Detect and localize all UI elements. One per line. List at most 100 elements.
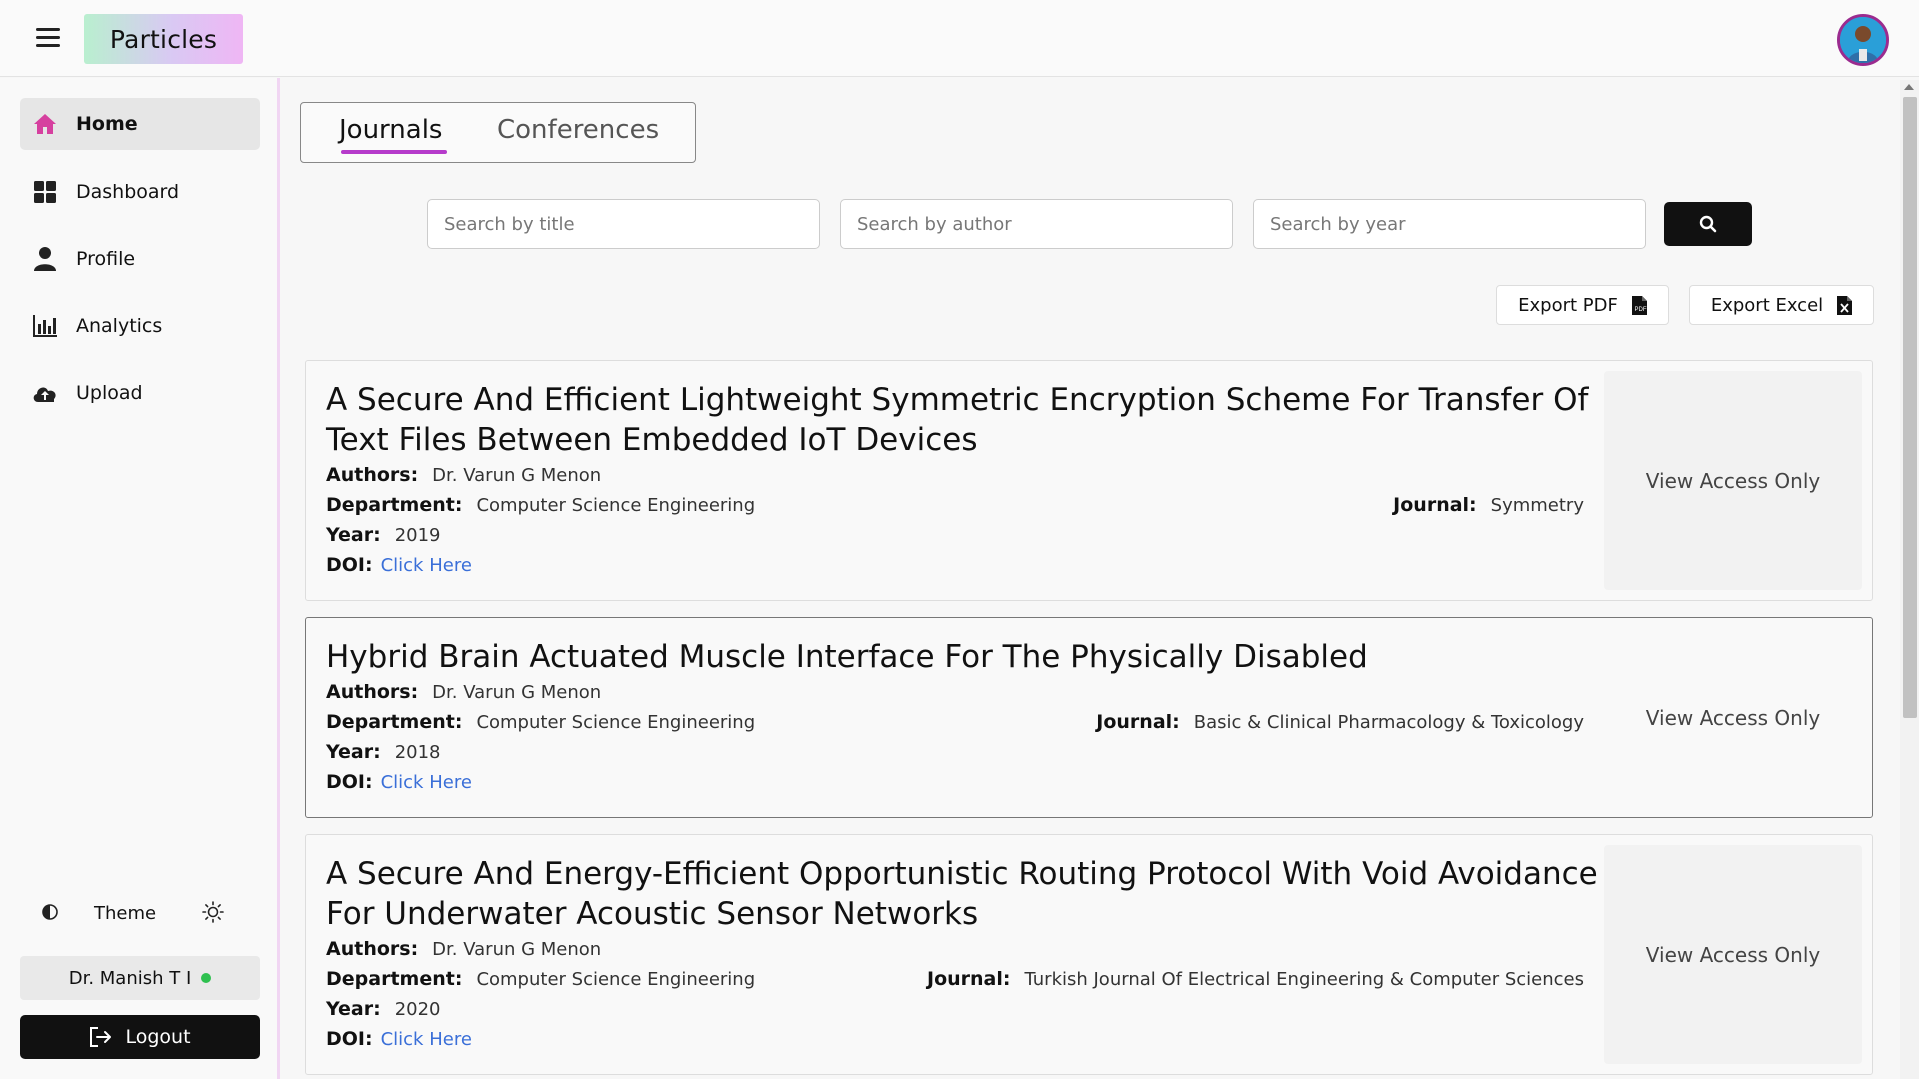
sidebar-item-label: Upload	[76, 382, 143, 404]
top-bar: Particles	[0, 0, 1919, 77]
paper-year: Year: 2020	[326, 998, 441, 1020]
sidebar-item-profile[interactable]: Profile	[20, 233, 260, 285]
paper-journal: Journal: Symmetry	[1393, 494, 1584, 516]
theme-label: Theme	[94, 903, 157, 924]
search-icon	[1699, 215, 1717, 233]
access-status-panel: View Access Only	[1604, 371, 1862, 590]
paper-journal: Journal: Basic & Clinical Pharmacology & …	[1096, 711, 1584, 733]
user-avatar[interactable]	[1837, 14, 1889, 66]
pdf-file-icon: PDF	[1631, 295, 1647, 315]
paper-doi: DOI: Click Here	[326, 1028, 472, 1050]
paper-doi: DOI: Click Here	[326, 771, 472, 793]
publication-type-tabs: Journals Conferences	[300, 102, 696, 163]
department-value: Computer Science Engineering	[476, 495, 756, 516]
doi-link[interactable]: Click Here	[381, 555, 472, 576]
journal-label: Journal:	[1393, 494, 1477, 516]
online-status-dot	[201, 973, 212, 983]
person-icon	[32, 246, 58, 272]
paper-title: A Secure And Energy-Efficient Opportunis…	[326, 856, 1598, 932]
department-label: Department:	[326, 968, 463, 990]
authors-label: Authors:	[326, 464, 419, 486]
active-tab-indicator	[341, 150, 447, 154]
search-button[interactable]	[1664, 202, 1752, 246]
access-status-panel: View Access Only	[1604, 628, 1862, 807]
tab-conferences[interactable]: Conferences	[497, 115, 659, 145]
paper-authors: Authors: Dr. Varun G Menon	[326, 464, 601, 486]
logout-label: Logout	[125, 1026, 191, 1048]
authors-value: Dr. Varun G Menon	[432, 682, 602, 703]
paper-year: Year: 2019	[326, 524, 441, 546]
search-title-input[interactable]	[427, 199, 820, 249]
journal-value: Symmetry	[1490, 495, 1584, 516]
authors-label: Authors:	[326, 938, 419, 960]
svg-text:PDF: PDF	[1634, 307, 1646, 313]
export-pdf-button[interactable]: Export PDF PDF	[1496, 285, 1669, 325]
authors-value: Dr. Varun G Menon	[432, 939, 602, 960]
logout-icon	[90, 1027, 112, 1047]
search-author-input[interactable]	[840, 199, 1233, 249]
paper-title: Hybrid Brain Actuated Muscle Interface F…	[326, 639, 1368, 675]
sidebar-item-analytics[interactable]: Analytics	[20, 300, 260, 352]
cloud-upload-icon	[32, 380, 58, 406]
user-name: Dr. Manish T I	[68, 967, 192, 989]
sidebar-item-home[interactable]: Home	[20, 98, 260, 150]
tab-journals[interactable]: Journals	[339, 115, 442, 145]
journal-value: Turkish Journal Of Electrical Engineerin…	[1024, 969, 1585, 990]
department-value: Computer Science Engineering	[476, 712, 756, 733]
sun-icon[interactable]	[202, 901, 224, 927]
access-status-panel: View Access Only	[1604, 845, 1862, 1064]
journal-label: Journal:	[927, 968, 1011, 990]
avatar-image	[1840, 17, 1886, 63]
theme-toggle-row: Theme	[20, 894, 260, 934]
scroll-up-arrow-icon[interactable]	[1904, 84, 1914, 90]
doi-link[interactable]: Click Here	[381, 1029, 472, 1050]
doi-label: DOI:	[326, 771, 373, 793]
excel-file-icon	[1837, 295, 1853, 315]
paper-title: A Secure And Efficient Lightweight Symme…	[326, 382, 1589, 458]
year-value: 2018	[394, 742, 441, 763]
logout-button[interactable]: Logout	[20, 1015, 260, 1059]
paper-card[interactable]: A Secure And Energy-Efficient Opportunis…	[305, 834, 1873, 1075]
journal-value: Basic & Clinical Pharmacology & Toxicolo…	[1193, 712, 1584, 733]
access-status-text: View Access Only	[1645, 942, 1821, 967]
year-label: Year:	[326, 741, 381, 763]
paper-department: Department: Computer Science Engineering	[326, 494, 755, 516]
doi-link[interactable]: Click Here	[381, 772, 472, 793]
access-status-text: View Access Only	[1645, 705, 1821, 730]
scrollbar-thumb[interactable]	[1903, 97, 1917, 718]
paper-authors: Authors: Dr. Varun G Menon	[326, 681, 601, 703]
contrast-icon	[42, 904, 58, 924]
paper-card[interactable]: Hybrid Brain Actuated Muscle Interface F…	[305, 617, 1873, 818]
paper-department: Department: Computer Science Engineering	[326, 711, 755, 733]
hamburger-icon[interactable]	[36, 28, 62, 50]
access-status-text: View Access Only	[1645, 468, 1821, 493]
sidebar-item-label: Profile	[76, 248, 136, 270]
search-year-input[interactable]	[1253, 199, 1646, 249]
year-value: 2019	[394, 525, 441, 546]
paper-authors: Authors: Dr. Varun G Menon	[326, 938, 601, 960]
sidebar-item-label: Dashboard	[76, 181, 180, 203]
year-value: 2020	[394, 999, 441, 1020]
paper-doi: DOI: Click Here	[326, 554, 472, 576]
export-excel-button[interactable]: Export Excel	[1689, 285, 1874, 325]
paper-year: Year: 2018	[326, 741, 441, 763]
sidebar: Home Dashboard Profile Analytics Upload …	[0, 78, 280, 1079]
bar-chart-icon	[32, 313, 58, 339]
sidebar-item-dashboard[interactable]: Dashboard	[20, 166, 260, 218]
current-user-badge: Dr. Manish T I	[20, 956, 260, 1000]
department-value: Computer Science Engineering	[476, 969, 756, 990]
dashboard-icon	[32, 179, 58, 205]
doi-label: DOI:	[326, 554, 373, 576]
department-label: Department:	[326, 711, 463, 733]
year-label: Year:	[326, 998, 381, 1020]
home-icon	[32, 111, 58, 137]
app-logo[interactable]: Particles	[84, 14, 243, 64]
authors-value: Dr. Varun G Menon	[432, 465, 602, 486]
sidebar-item-label: Home	[76, 113, 138, 135]
paper-card[interactable]: A Secure And Efficient Lightweight Symme…	[305, 360, 1873, 601]
export-pdf-label: Export PDF	[1518, 294, 1618, 316]
paper-journal: Journal: Turkish Journal Of Electrical En…	[927, 968, 1584, 990]
sidebar-item-upload[interactable]: Upload	[20, 367, 260, 419]
sidebar-item-label: Analytics	[76, 315, 163, 337]
year-label: Year:	[326, 524, 381, 546]
